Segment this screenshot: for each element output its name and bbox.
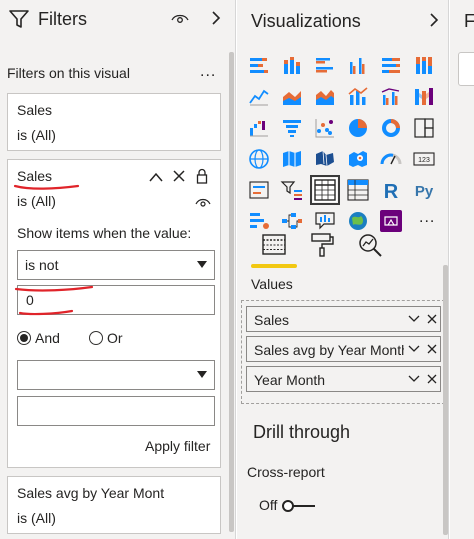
value-field-pill[interactable]: Sales avg by Year Month [246, 336, 441, 362]
analytics-magnifier-icon[interactable] [357, 232, 383, 258]
map-icon[interactable] [247, 147, 271, 171]
r-script-visual-icon[interactable]: R [379, 178, 403, 202]
more-visuals-icon[interactable]: ... [419, 209, 435, 227]
fields-title: F [464, 11, 474, 31]
values-well-label: Values [251, 276, 293, 292]
svg-text:123: 123 [418, 157, 430, 164]
condition-value-text: 0 [26, 292, 34, 308]
pie-chart-icon[interactable] [346, 116, 370, 140]
area-chart-icon[interactable] [280, 85, 304, 109]
azure-map-icon[interactable] [346, 147, 370, 171]
filter-card-value: is (All) [17, 193, 56, 209]
filter-card-value: is (All) [17, 127, 56, 143]
visualizations-scrollbar[interactable] [443, 265, 448, 535]
multi-row-card-icon[interactable] [247, 178, 271, 202]
line-and-stacked-column-icon[interactable] [346, 85, 370, 109]
line-and-clustered-column-icon[interactable] [379, 85, 403, 109]
fields-search-input[interactable] [458, 52, 474, 86]
fields-pane: F [450, 0, 474, 539]
filters-scrollbar[interactable] [229, 52, 234, 532]
eye-icon[interactable] [171, 11, 189, 25]
or-radio-label: Or [107, 330, 123, 346]
value-field-label: Sales [254, 312, 290, 328]
card-icon[interactable]: 123 [412, 147, 436, 171]
drill-through-title: Drill through [253, 422, 351, 442]
visualizations-pane: Visualizations 123 R Py ... Values Sales… [237, 0, 449, 539]
funnel-chart-icon[interactable] [280, 116, 304, 140]
clustered-column-chart-icon[interactable] [346, 54, 370, 78]
collapse-pane-chevron-icon[interactable] [429, 12, 439, 28]
svg-text:Py: Py [415, 183, 434, 200]
close-icon[interactable] [173, 170, 185, 182]
filters-pane: Filters Filters on this visual ... Sales… [0, 0, 236, 539]
values-well[interactable]: Sales Sales avg by Year Month Year Month [241, 300, 445, 404]
filters-header: Filters [0, 0, 236, 40]
filter-card-field: Sales [17, 102, 53, 118]
format-paint-roller-icon[interactable] [309, 232, 335, 258]
caret-down-icon [197, 261, 207, 268]
collapse-pane-chevron-icon[interactable] [210, 10, 222, 26]
value-field-pill[interactable]: Year Month [246, 366, 441, 392]
condition-value-input[interactable]: 0 [17, 285, 215, 315]
chevron-down-icon[interactable] [408, 345, 420, 353]
shape-map-icon[interactable] [313, 147, 337, 171]
second-condition-dropdown[interactable] [17, 360, 215, 390]
funnel-icon [9, 10, 29, 28]
apply-filter-button[interactable]: Apply filter [145, 438, 210, 454]
waterfall-chart-icon[interactable] [247, 116, 271, 140]
filter-card-sales-expanded: Sales is (All) Show items when the value… [7, 159, 221, 468]
or-radio[interactable] [89, 331, 103, 345]
stacked-bar-chart-icon[interactable] [247, 54, 271, 78]
cross-report-toggle[interactable] [281, 498, 321, 514]
chevron-down-icon[interactable] [408, 315, 420, 323]
clustered-bar-chart-icon[interactable] [313, 54, 337, 78]
kpi-slicer-icon[interactable] [280, 178, 304, 202]
filter-card-value: is (All) [17, 510, 56, 526]
visualizations-title: Visualizations [251, 11, 361, 31]
chevron-up-icon[interactable] [149, 172, 163, 182]
stacked-area-chart-icon[interactable] [313, 85, 337, 109]
filled-map-icon[interactable] [280, 147, 304, 171]
condition-dropdown[interactable]: is not [17, 250, 215, 280]
close-icon[interactable] [427, 374, 437, 384]
filter-card-field: Sales avg by Year Mont [17, 485, 165, 501]
chevron-down-icon[interactable] [408, 375, 420, 383]
gauge-icon[interactable] [379, 147, 403, 171]
100-percent-stacked-column-icon[interactable] [412, 54, 436, 78]
scatter-chart-icon[interactable] [313, 116, 337, 140]
ribbon-chart-icon[interactable] [412, 85, 436, 109]
value-field-pill[interactable]: Sales [246, 306, 441, 332]
treemap-icon[interactable] [412, 116, 436, 140]
value-field-label: Sales avg by Year Month [254, 342, 404, 358]
show-items-label: Show items when the value: [17, 225, 192, 241]
stacked-column-chart-icon[interactable] [280, 54, 304, 78]
line-chart-icon[interactable] [247, 85, 271, 109]
filters-title: Filters [38, 9, 87, 29]
python-visual-icon[interactable]: Py [412, 178, 436, 202]
condition-dropdown-value: is not [25, 257, 59, 273]
lock-icon[interactable] [196, 168, 208, 184]
caret-down-icon [197, 371, 207, 378]
close-icon[interactable] [427, 344, 437, 354]
100-percent-stacked-bar-icon[interactable] [379, 54, 403, 78]
eye-icon[interactable] [195, 196, 211, 208]
and-radio-label: And [35, 330, 60, 346]
active-tab-underline [251, 264, 297, 268]
filter-card-field: Sales [17, 168, 53, 184]
matrix-icon[interactable] [346, 178, 370, 202]
close-icon[interactable] [427, 314, 437, 324]
value-field-label: Year Month [254, 372, 326, 388]
fields-build-tab-icon[interactable] [261, 232, 287, 258]
filters-on-visual-label: Filters on this visual [7, 65, 130, 81]
cross-report-label: Cross-report [247, 464, 325, 480]
filter-card-sales[interactable]: Sales is (All) [7, 93, 221, 151]
table-icon[interactable] [310, 175, 340, 205]
second-condition-value-input[interactable] [17, 396, 215, 426]
filter-card-sales-avg[interactable]: Sales avg by Year Mont is (All) [7, 476, 221, 534]
and-radio[interactable] [17, 331, 31, 345]
donut-chart-icon[interactable] [379, 116, 403, 140]
svg-text:R: R [384, 181, 399, 202]
cross-report-toggle-label: Off [259, 497, 278, 513]
filters-more-options-icon[interactable]: ... [200, 63, 216, 81]
